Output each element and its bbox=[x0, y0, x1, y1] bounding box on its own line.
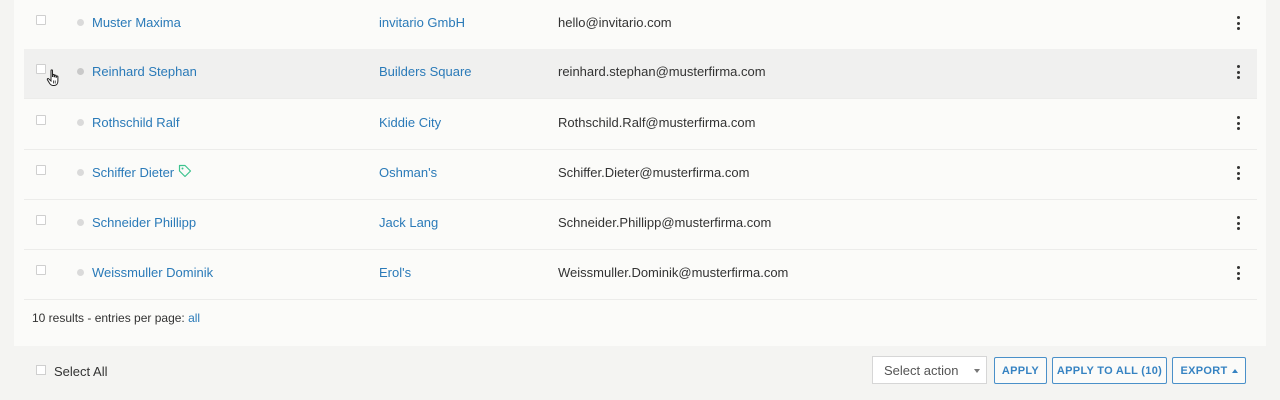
contact-name-link[interactable]: Weissmuller Dominik bbox=[92, 265, 213, 280]
apply-button-label: APPLY bbox=[1001, 364, 1040, 377]
apply-to-all-button[interactable]: APPLY TO ALL (10) bbox=[1052, 357, 1167, 384]
contact-name-link[interactable]: Reinhard Stephan bbox=[92, 64, 197, 79]
caret-up-icon bbox=[1231, 368, 1238, 373]
contact-email: Rothschild.Ralf@musterfirma.com bbox=[558, 115, 756, 130]
status-dot bbox=[77, 269, 84, 276]
contact-email: Schiffer.Dieter@musterfirma.com bbox=[558, 165, 750, 180]
contacts-panel: Muster Maxima invitario GmbH hello@invit… bbox=[14, 0, 1266, 346]
export-button[interactable]: EXPORT bbox=[1172, 357, 1246, 384]
contact-name-link[interactable]: Schiffer Dieter bbox=[92, 165, 174, 180]
vertical-ellipsis-icon[interactable] bbox=[1233, 264, 1243, 282]
row-checkbox[interactable] bbox=[36, 115, 46, 125]
vertical-ellipsis-icon[interactable] bbox=[1233, 214, 1243, 232]
apply-button[interactable]: APPLY bbox=[994, 357, 1047, 384]
vertical-ellipsis-icon[interactable] bbox=[1233, 114, 1243, 132]
contact-email: reinhard.stephan@musterfirma.com bbox=[558, 64, 766, 79]
tag-icon[interactable] bbox=[178, 164, 192, 178]
contact-email: Weissmuller.Dominik@musterfirma.com bbox=[558, 265, 789, 280]
contact-email: hello@invitario.com bbox=[558, 15, 672, 30]
per-page-all-link[interactable]: all bbox=[188, 311, 200, 325]
bulk-action-select[interactable]: Select action bbox=[872, 356, 987, 384]
hand-pointer-icon bbox=[46, 69, 59, 86]
contact-email: Schneider.Phillipp@musterfirma.com bbox=[558, 215, 772, 230]
company-link[interactable]: Jack Lang bbox=[379, 215, 438, 230]
results-count: 10 results bbox=[32, 311, 85, 325]
row-checkbox[interactable] bbox=[36, 165, 46, 175]
table-row: Reinhard Stephan Builders Square reinhar… bbox=[24, 49, 1257, 99]
results-summary: 10 results - entries per page: all bbox=[32, 311, 200, 325]
company-link[interactable]: Erol's bbox=[379, 265, 411, 280]
status-dot bbox=[77, 19, 84, 26]
table-row: Schneider Phillipp Jack Lang Schneider.P… bbox=[24, 200, 1257, 250]
contact-name-link[interactable]: Muster Maxima bbox=[92, 15, 181, 30]
table-row: Weissmuller Dominik Erol's Weissmuller.D… bbox=[24, 250, 1257, 300]
company-link[interactable]: invitario GmbH bbox=[379, 15, 465, 30]
vertical-ellipsis-icon[interactable] bbox=[1233, 164, 1243, 182]
per-page-label: - entries per page: bbox=[84, 311, 189, 325]
row-checkbox[interactable] bbox=[36, 215, 46, 225]
table-row: Schiffer Dieter Oshman's Schiffer.Dieter… bbox=[24, 150, 1257, 200]
company-link[interactable]: Kiddie City bbox=[379, 115, 441, 130]
export-button-label: EXPORT bbox=[1180, 364, 1228, 377]
row-checkbox[interactable] bbox=[36, 15, 46, 25]
vertical-ellipsis-icon[interactable] bbox=[1233, 63, 1243, 81]
table-row: Rothschild Ralf Kiddie City Rothschild.R… bbox=[24, 100, 1257, 150]
status-dot bbox=[77, 68, 84, 75]
apply-to-all-button-label: APPLY TO ALL (10) bbox=[1056, 364, 1163, 377]
table-row: Muster Maxima invitario GmbH hello@invit… bbox=[24, 0, 1257, 50]
status-dot bbox=[77, 119, 84, 126]
company-link[interactable]: Builders Square bbox=[379, 64, 472, 79]
contact-name-link[interactable]: Schneider Phillipp bbox=[92, 215, 196, 230]
contact-name-link[interactable]: Rothschild Ralf bbox=[92, 115, 179, 130]
row-checkbox[interactable] bbox=[36, 265, 46, 275]
select-all-label[interactable]: Select All bbox=[54, 364, 107, 379]
vertical-ellipsis-icon[interactable] bbox=[1233, 14, 1243, 32]
select-all-checkbox[interactable] bbox=[36, 365, 46, 375]
row-checkbox[interactable] bbox=[36, 64, 46, 74]
bulk-action-select-value: Select action bbox=[884, 363, 959, 378]
status-dot bbox=[77, 169, 84, 176]
company-link[interactable]: Oshman's bbox=[379, 165, 437, 180]
status-dot bbox=[77, 219, 84, 226]
contacts-table: Muster Maxima invitario GmbH hello@invit… bbox=[24, 0, 1257, 300]
caret-down-icon bbox=[974, 369, 980, 373]
